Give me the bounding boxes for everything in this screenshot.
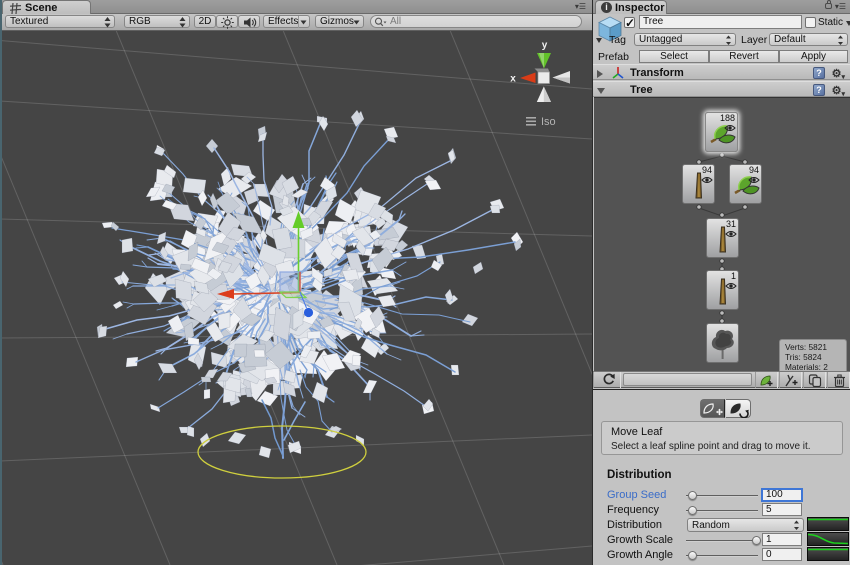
svg-text:x: x xyxy=(510,74,516,85)
svg-text:y: y xyxy=(542,40,548,51)
svg-text:Iso: Iso xyxy=(541,116,556,128)
